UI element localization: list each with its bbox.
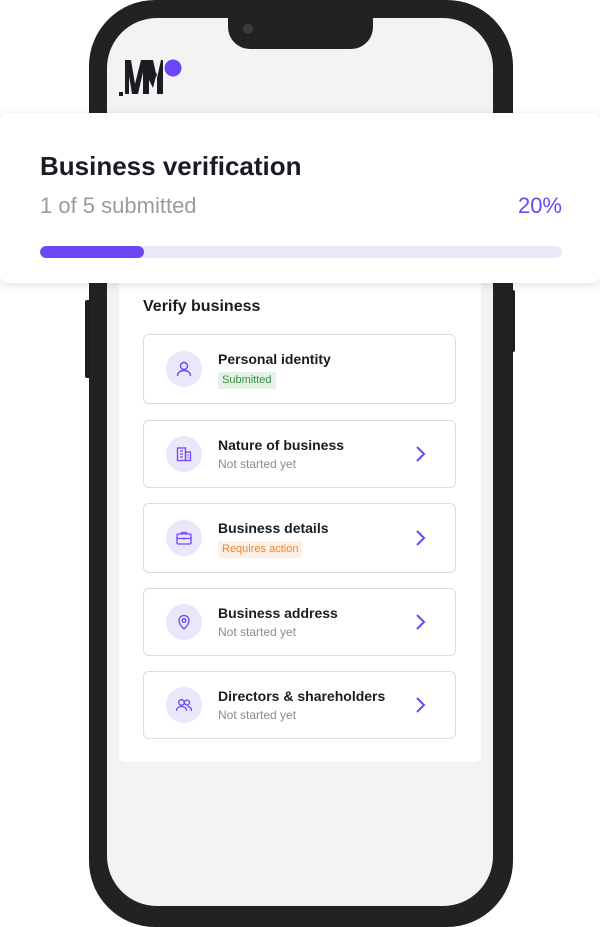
chevron-right-icon <box>416 530 426 546</box>
item-status: Not started yet <box>218 457 297 471</box>
progress-bar-fill <box>40 246 145 258</box>
page-title: Business verification <box>40 151 302 181</box>
status-badge: Submitted <box>218 372 276 389</box>
building-icon <box>166 436 202 472</box>
item-status: Not started yet <box>218 708 297 722</box>
location-pin-icon <box>166 604 202 640</box>
card-title: Verify business <box>143 298 261 315</box>
briefcase-icon <box>166 520 202 556</box>
status-badge: Requires action <box>218 541 303 558</box>
verification-item-business-details[interactable]: Business details Requires action <box>143 503 456 573</box>
progress-percent: 20% <box>517 193 562 218</box>
progress-bar <box>40 246 562 258</box>
brand-logo <box>119 59 182 96</box>
camera-icon <box>243 24 253 34</box>
verification-progress-panel: Business verification 1 of 5 submitted 2… <box>0 113 600 283</box>
chevron-right-icon <box>416 446 426 462</box>
verification-item-personal-identity[interactable]: Personal identity Submitted <box>143 334 456 404</box>
item-status: Not started yet <box>218 625 297 639</box>
item-title: Business details <box>218 520 329 536</box>
item-title: Nature of business <box>218 437 345 453</box>
users-icon <box>166 687 202 723</box>
item-title: Personal identity <box>218 351 331 367</box>
chevron-right-icon <box>416 697 426 713</box>
verify-business-card: Verify business Personal identity Submit… <box>119 270 481 762</box>
chevron-right-icon <box>416 614 426 630</box>
progress-text: 1 of 5 submitted <box>40 193 197 218</box>
verification-item-directors-shareholders[interactable]: Directors & shareholders Not started yet <box>143 671 456 739</box>
verification-item-business-address[interactable]: Business address Not started yet <box>143 588 456 656</box>
user-icon <box>166 351 202 387</box>
verification-item-nature-of-business[interactable]: Nature of business Not started yet <box>143 420 456 488</box>
item-title: Directors & shareholders <box>218 688 386 704</box>
item-title: Business address <box>218 605 338 621</box>
